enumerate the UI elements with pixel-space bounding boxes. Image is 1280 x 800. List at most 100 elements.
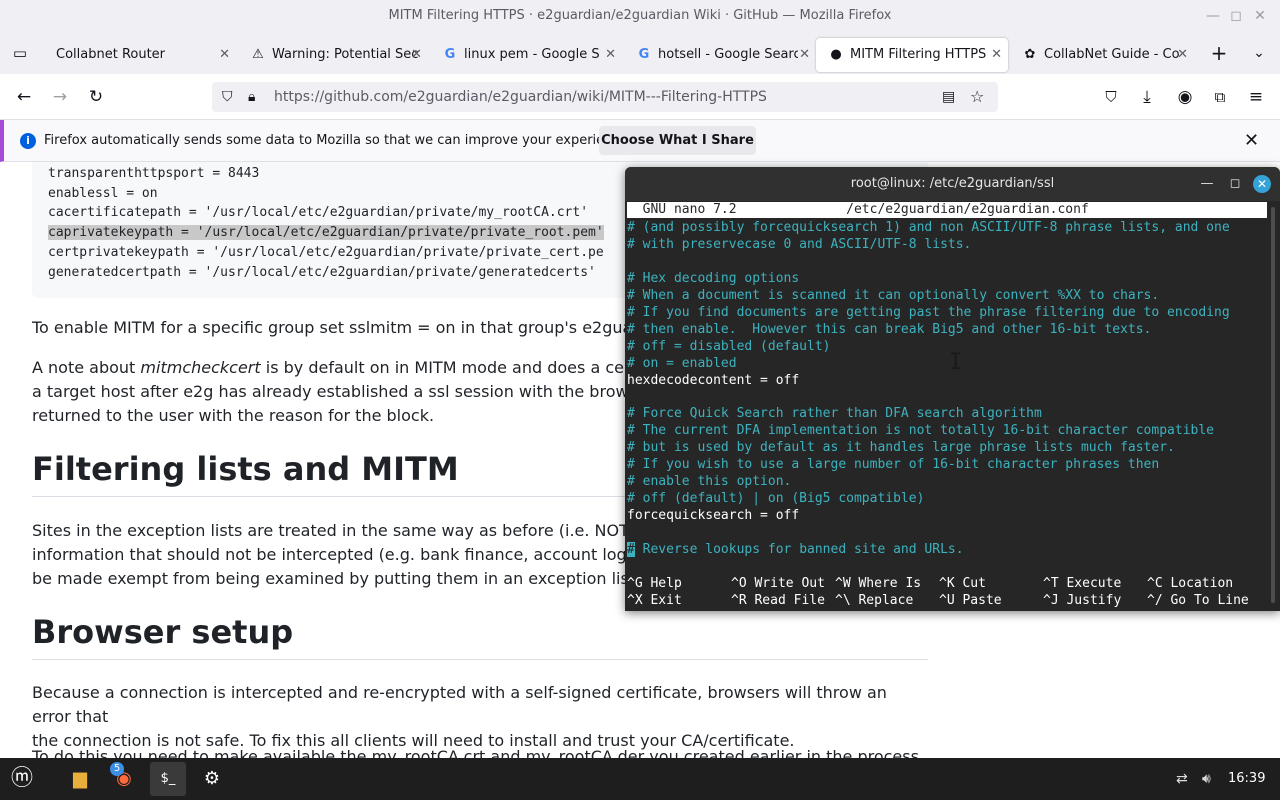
nano-shortcut: ^W Where Is bbox=[835, 576, 922, 591]
terminal-scrollbar[interactable] bbox=[1271, 207, 1275, 603]
collabnet-icon: ✿ bbox=[1024, 47, 1036, 62]
comment-line: # off (default) | on (Big5 compatible) bbox=[627, 491, 925, 507]
text-fragment: Because a connection is intercepted and … bbox=[32, 683, 887, 726]
nano-shortcut: ^C Location bbox=[1147, 576, 1234, 591]
info-icon: i bbox=[20, 133, 36, 149]
tab-list-icon[interactable]: ▭ bbox=[5, 38, 35, 68]
close-window-icon[interactable]: ✕ bbox=[1246, 0, 1274, 32]
close-tab-icon[interactable]: ✕ bbox=[799, 38, 810, 72]
network-icon[interactable]: ⇄ bbox=[1176, 758, 1188, 800]
tab-mitm-filtering[interactable]: ● MITM Filtering HTTPS ✕ bbox=[816, 38, 1008, 72]
config-line: hexdecodecontent = off bbox=[627, 372, 800, 388]
github-icon: ● bbox=[830, 47, 842, 62]
bookmark-star-icon[interactable]: ☆ bbox=[970, 82, 984, 112]
heading-browser-setup: Browser setup bbox=[32, 613, 928, 660]
tab-label: MITM Filtering HTTPS bbox=[850, 47, 987, 62]
nano-shortcut: ^J Justify bbox=[1043, 593, 1122, 608]
tab-hotsell[interactable]: Ghotsell - Google Search ✕ bbox=[624, 38, 816, 72]
tab-label: Warning: Potential Sec bbox=[272, 47, 418, 62]
chevron-down-icon[interactable]: ⌄ bbox=[1244, 38, 1274, 68]
mint-menu-icon[interactable]: ⓜ bbox=[4, 762, 40, 796]
terminal-minimize-icon[interactable]: — bbox=[1195, 167, 1219, 201]
close-tab-icon[interactable]: ✕ bbox=[219, 38, 230, 72]
warning-icon: ⚠ bbox=[252, 47, 264, 62]
text-fragment: is by default on in MITM mode and does a… bbox=[260, 358, 677, 377]
clock[interactable]: 16:39 bbox=[1228, 758, 1265, 800]
terminal-close-icon[interactable]: ✕ bbox=[1253, 175, 1271, 193]
nano-shortcut: ^/ Go To Line bbox=[1147, 593, 1249, 608]
text-fragment: be made exempt from being examined by pu… bbox=[32, 569, 641, 588]
downloads-icon[interactable]: ⤓ bbox=[1132, 82, 1162, 112]
terminal-titlebar[interactable]: root@linux: /etc/e2guardian/ssl — ◻ ✕ bbox=[625, 167, 1280, 201]
settings-gear-icon[interactable]: ⚙ bbox=[194, 762, 230, 796]
lock-icon[interactable]: 🔒︎ bbox=[248, 82, 255, 112]
taskbar: ⓜ ▆ ◉ 5 $_ ⚙ ⇄ 🔊︎ 16:39 bbox=[0, 758, 1280, 800]
forward-icon[interactable]: → bbox=[45, 82, 75, 112]
comment-line: # When a document is scanned it can opti… bbox=[627, 287, 1160, 303]
notification-badge: 5 bbox=[110, 762, 124, 776]
tab-collabnet-router[interactable]: Collabnet Router ✕ bbox=[44, 38, 236, 72]
close-tab-icon[interactable]: ✕ bbox=[411, 38, 422, 72]
comment-line: # off = disabled (default) bbox=[627, 338, 831, 354]
nano-shortcut: ^O Write Out bbox=[731, 576, 825, 591]
nano-header: GNU nano 7.2 /etc/e2guardian/e2guardian.… bbox=[627, 202, 1267, 218]
code-line: cacertificatepath = '/usr/local/etc/e2gu… bbox=[48, 205, 589, 220]
terminal-app-icon[interactable]: $_ bbox=[150, 762, 186, 796]
paragraph-self-signed: Because a connection is intercepted and … bbox=[32, 681, 928, 753]
terminal-title: root@linux: /etc/e2guardian/ssl bbox=[850, 176, 1055, 191]
code-line: enablessl = on bbox=[48, 186, 158, 201]
tab-warning[interactable]: ⚠ Warning: Potential Sec ✕ bbox=[238, 38, 428, 72]
text-fragment: information that should not be intercept… bbox=[32, 545, 670, 564]
tab-label: hotsell - Google Search bbox=[658, 47, 798, 62]
tab-label: linux pem - Google Sea bbox=[464, 47, 600, 62]
nano-shortcut: ^G Help bbox=[627, 576, 682, 591]
nano-shortcut: ^T Execute bbox=[1043, 576, 1122, 591]
google-icon: G bbox=[444, 47, 456, 62]
close-icon[interactable]: ✕ bbox=[1244, 120, 1259, 162]
tab-label: Collabnet Router bbox=[56, 47, 166, 62]
text-fragment: A note about bbox=[32, 358, 141, 377]
paragraph-rootca: To do this you need to make available th… bbox=[32, 747, 925, 758]
text-fragment: a target host after e2g has already esta… bbox=[32, 382, 675, 401]
shield-icon[interactable]: ⛉ bbox=[222, 82, 233, 112]
close-tab-icon[interactable]: ✕ bbox=[991, 38, 1002, 72]
tab-label: CollabNet Guide - Com bbox=[1044, 47, 1180, 62]
extensions-icon[interactable]: ⧉ bbox=[1205, 82, 1235, 112]
code-line: certprivatekeypath = '/usr/local/etc/e2g… bbox=[48, 245, 604, 260]
code-line: transparenthttpsport = 8443 bbox=[48, 166, 260, 181]
comment-line: # with preservecase 0 and ASCII/UTF-8 li… bbox=[627, 236, 972, 252]
nano-shortcut: ^\ Replace bbox=[835, 593, 914, 608]
comment-line: # If you find documents are getting past… bbox=[627, 304, 1230, 320]
back-icon[interactable]: ← bbox=[9, 82, 39, 112]
comment-line: # Force Quick Search rather than DFA sea… bbox=[627, 406, 1042, 422]
new-tab-icon[interactable]: + bbox=[1204, 38, 1234, 68]
menu-icon[interactable]: ≡ bbox=[1241, 82, 1271, 112]
close-tab-icon[interactable]: ✕ bbox=[1177, 38, 1188, 72]
window-titlebar: MITM Filtering HTTPS · e2guardian/e2guar… bbox=[0, 0, 1280, 34]
volume-icon[interactable]: 🔊︎ bbox=[1202, 758, 1211, 800]
url-text[interactable]: https://github.com/e2guardian/e2guardian… bbox=[274, 82, 767, 112]
comment-line: # then enable. However this can break Bi… bbox=[627, 321, 1152, 337]
nano-shortcut: ^X Exit bbox=[627, 593, 682, 608]
close-tab-icon[interactable]: ✕ bbox=[605, 38, 616, 72]
terminal-window[interactable]: root@linux: /etc/e2guardian/ssl — ◻ ✕ GN… bbox=[625, 167, 1280, 611]
account-icon[interactable]: ◉ bbox=[1170, 82, 1200, 112]
url-bar[interactable]: ⛉ 🔒︎ https://github.com/e2guardian/e2gua… bbox=[212, 82, 998, 112]
reload-icon[interactable]: ↻ bbox=[81, 82, 111, 112]
comment-line: # Reverse lookups for banned site and UR… bbox=[627, 542, 964, 558]
comment-line: # enable this option. bbox=[627, 474, 792, 490]
tab-linux-pem[interactable]: Glinux pem - Google Sea ✕ bbox=[430, 38, 622, 72]
tab-collabnet-guide[interactable]: ✿ CollabNet Guide - Com ✕ bbox=[1010, 38, 1194, 72]
reader-view-icon[interactable]: ▤ bbox=[942, 82, 955, 112]
file-manager-icon[interactable]: ▆ bbox=[62, 762, 98, 796]
pocket-icon[interactable]: ⛉ bbox=[1096, 82, 1126, 112]
nano-shortcut: ^K Cut bbox=[939, 576, 986, 591]
code-line-selected: caprivatekeypath = '/usr/local/etc/e2gua… bbox=[48, 225, 604, 240]
nano-shortcut: ^R Read File bbox=[731, 593, 825, 608]
comment-line: # The current DFA implementation is not … bbox=[627, 423, 1214, 439]
comment-line: # If you wish to use a large number of 1… bbox=[627, 457, 1160, 473]
choose-what-i-share-button[interactable]: Choose What I Share bbox=[599, 126, 756, 155]
nano-editor[interactable]: GNU nano 7.2 /etc/e2guardian/e2guardian.… bbox=[627, 201, 1269, 609]
terminal-maximize-icon[interactable]: ◻ bbox=[1223, 167, 1247, 201]
text-cursor-icon: I bbox=[949, 350, 963, 375]
